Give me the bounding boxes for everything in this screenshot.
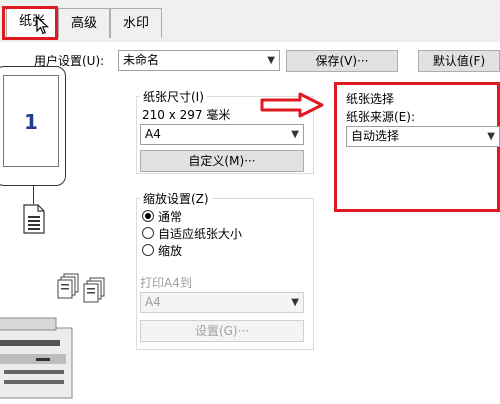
chevron-down-icon: ▼: [291, 297, 299, 308]
scaling-option-fit[interactable]: 自适应纸张大小: [142, 225, 302, 241]
tab-advanced[interactable]: 高级: [58, 8, 110, 38]
page-number: 1: [24, 110, 38, 134]
scaling-settings-button[interactable]: 设置(G)···: [140, 320, 304, 342]
paper-source-select[interactable]: 自动选择 ▼: [346, 126, 500, 147]
scaling-title: 缩放设置(Z): [140, 190, 212, 207]
print-to-label: 打印A4到: [140, 276, 192, 290]
paper-tab-panel: 用户设置(U): 未命名 ▼ 保存(V)··· 默认值(F) 1 纸张尺寸(I)…: [0, 42, 500, 400]
user-settings-value: 未命名: [123, 53, 160, 67]
paper-source-value: 自动选择: [351, 129, 400, 143]
paper-size-title: 纸张尺寸(I): [140, 88, 207, 105]
chevron-down-icon: ▼: [267, 55, 275, 66]
save-button[interactable]: 保存(V)···: [286, 50, 398, 72]
chevron-down-icon: ▼: [487, 131, 495, 142]
scaling-option-normal[interactable]: 通常: [142, 208, 302, 224]
chevron-down-icon: ▼: [291, 129, 299, 140]
paper-size-dims: 210 x 297 毫米: [142, 108, 231, 122]
default-button[interactable]: 默认值(F): [418, 50, 500, 72]
printer-image: [0, 317, 73, 399]
radio-icon[interactable]: [142, 227, 154, 239]
paper-selection-title: 纸张选择: [346, 92, 395, 106]
paper-source-label: 纸张来源(E):: [346, 110, 415, 124]
scaling-settings-button-label: 设置(G)···: [194, 324, 250, 338]
stacked-pages-icon: [57, 273, 105, 303]
tab-strip: 纸张 高级 水印: [0, 0, 500, 43]
save-button-label: 保存(V)···: [315, 54, 369, 68]
connector-line: [33, 186, 34, 204]
page-preview-sheet: 1: [3, 75, 59, 167]
paper-size-select[interactable]: A4 ▼: [140, 124, 304, 145]
scaling-option-label: 自适应纸张大小: [158, 227, 243, 241]
scaling-option-label: 通常: [158, 210, 183, 224]
default-button-label: 默认值(F): [432, 54, 486, 68]
print-to-select[interactable]: A4 ▼: [140, 292, 304, 313]
arrow-right-icon: [260, 92, 324, 118]
page-preview-frame: 1: [0, 66, 66, 186]
scaling-option-label: 缩放: [158, 244, 183, 258]
mouse-cursor-icon: [36, 16, 50, 35]
tab-watermark-label: 水印: [122, 16, 149, 31]
document-icon: [23, 204, 45, 234]
paper-size-value: A4: [145, 127, 161, 141]
user-settings-select[interactable]: 未命名 ▼: [118, 50, 280, 71]
tab-advanced-label: 高级: [70, 16, 97, 31]
custom-size-button[interactable]: 自定义(M)···: [140, 150, 304, 172]
scaling-option-zoom[interactable]: 缩放: [142, 242, 302, 258]
custom-size-button-label: 自定义(M)···: [188, 154, 256, 168]
radio-selected-icon[interactable]: [142, 210, 154, 222]
radio-icon[interactable]: [142, 244, 154, 256]
print-to-value: A4: [145, 295, 161, 309]
tab-watermark[interactable]: 水印: [110, 8, 162, 38]
